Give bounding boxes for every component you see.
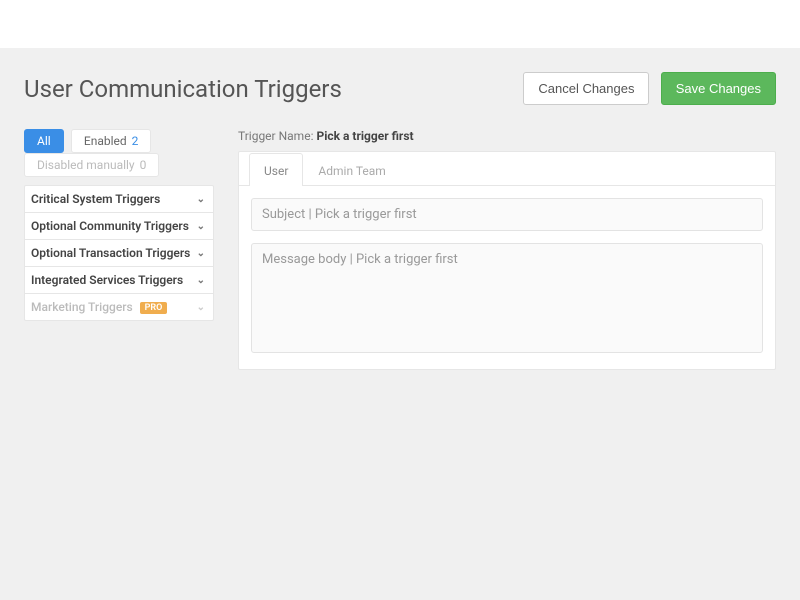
section-marketing[interactable]: Marketing Triggers PRO ⌄ (25, 294, 213, 320)
chevron-down-icon: ⌄ (197, 302, 205, 313)
filter-disabled-label: Disabled manually (37, 158, 135, 172)
section-label: Optional Transaction Triggers (31, 246, 190, 260)
section-community[interactable]: Optional Community Triggers ⌄ (25, 213, 213, 240)
panel-body (239, 186, 775, 369)
filter-all-label: All (37, 134, 51, 148)
filter-enabled-count: 2 (132, 134, 139, 148)
section-label: Optional Community Triggers (31, 219, 189, 233)
filter-all[interactable]: All (24, 129, 64, 153)
filter-disabled-count: 0 (140, 158, 147, 172)
trigger-sections: Critical System Triggers ⌄ Optional Comm… (24, 185, 214, 321)
filter-enabled-label: Enabled (84, 134, 127, 148)
right-column: Trigger Name: Pick a trigger first User … (238, 129, 776, 370)
header: User Communication Triggers Cancel Chang… (24, 72, 776, 105)
section-transaction[interactable]: Optional Transaction Triggers ⌄ (25, 240, 213, 267)
left-column: All Enabled 2 Disabled manually 0 Critic… (24, 129, 214, 370)
filter-enabled[interactable]: Enabled 2 (71, 129, 152, 153)
section-label: Integrated Services Triggers (31, 273, 183, 287)
tabs: User Admin Team (239, 152, 775, 186)
top-bar (0, 0, 800, 48)
chevron-down-icon: ⌄ (197, 248, 205, 259)
cancel-button[interactable]: Cancel Changes (523, 72, 649, 105)
trigger-panel: User Admin Team (238, 151, 776, 370)
subject-input[interactable] (251, 198, 763, 231)
trigger-name-value: Pick a trigger first (316, 129, 413, 143)
tab-admin-team[interactable]: Admin Team (303, 153, 400, 186)
chevron-down-icon: ⌄ (197, 194, 205, 205)
message-body-input[interactable] (251, 243, 763, 353)
section-label: Critical System Triggers (31, 192, 160, 206)
chevron-down-icon: ⌄ (197, 275, 205, 286)
section-services[interactable]: Integrated Services Triggers ⌄ (25, 267, 213, 294)
filter-pills: All Enabled 2 Disabled manually 0 (24, 129, 214, 177)
page-title: User Communication Triggers (24, 75, 342, 103)
section-label: Marketing Triggers (31, 300, 133, 314)
section-critical[interactable]: Critical System Triggers ⌄ (25, 186, 213, 213)
filter-disabled[interactable]: Disabled manually 0 (24, 153, 159, 177)
chevron-down-icon: ⌄ (197, 221, 205, 232)
save-button[interactable]: Save Changes (661, 72, 776, 105)
pro-badge: PRO (140, 302, 168, 314)
trigger-name-row: Trigger Name: Pick a trigger first (238, 129, 776, 143)
trigger-name-label: Trigger Name: (238, 129, 316, 143)
action-buttons: Cancel Changes Save Changes (515, 72, 776, 105)
tab-user[interactable]: User (249, 153, 303, 186)
